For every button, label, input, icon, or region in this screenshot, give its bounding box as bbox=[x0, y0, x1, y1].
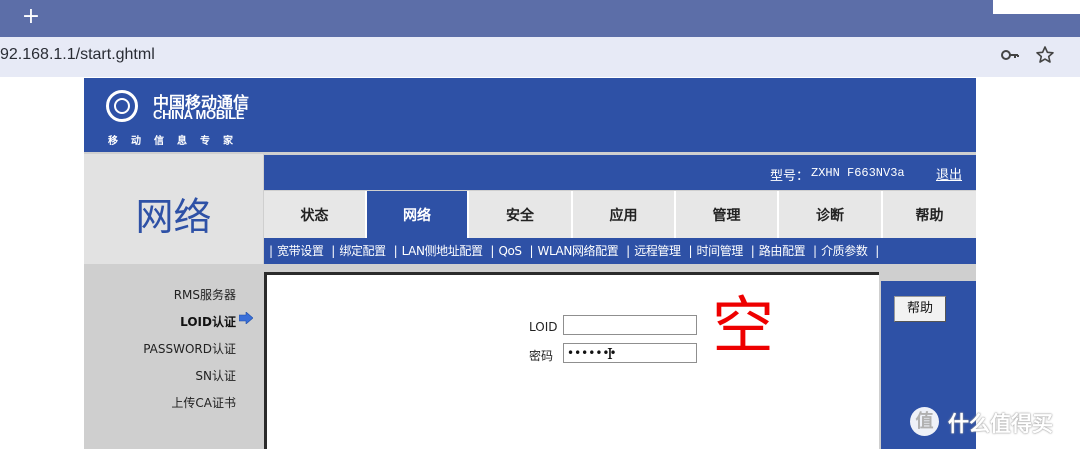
tab-help[interactable]: 帮助 bbox=[883, 191, 976, 238]
browser-tab-bar: + bbox=[0, 0, 1080, 37]
address-bar: 92.168.1.1/start.ghtml bbox=[0, 37, 1080, 77]
sidebar-item-rms[interactable]: RMS服务器 bbox=[174, 286, 236, 303]
router-admin-page: 中国移动通信 CHINA MOBILE 移动信息专家 网络 型号： ZXHN F… bbox=[84, 78, 976, 449]
section-header: 网络 bbox=[84, 154, 263, 264]
loid-input[interactable] bbox=[563, 315, 697, 335]
logout-link[interactable]: 退出 bbox=[936, 164, 962, 183]
password-label: 密码 bbox=[529, 349, 554, 363]
brand-name-en: CHINA MOBILE bbox=[153, 107, 245, 122]
sidebar-item-sn[interactable]: SN认证 bbox=[195, 367, 236, 384]
china-mobile-logo-icon bbox=[106, 90, 138, 122]
main-nav: 状态 网络 安全 应用 管理 诊断 帮助 bbox=[264, 191, 976, 238]
tab-diagnostics[interactable]: 诊断 bbox=[779, 191, 883, 238]
header-banner: 中国移动通信 CHINA MOBILE 移动信息专家 bbox=[84, 78, 976, 152]
sidebar: RMS服务器 LOID认证 PASSWORD认证 SN认证 上传CA证书 bbox=[84, 266, 263, 449]
tab-application[interactable]: 应用 bbox=[573, 191, 676, 238]
subnav-broadband[interactable]: 宽带设置 bbox=[277, 244, 324, 258]
model-bar: 型号： ZXHN F663NV3a 退出 bbox=[264, 155, 976, 190]
subnav-wlan[interactable]: WLAN网络配置 bbox=[538, 244, 619, 258]
brand-slogan: 移动信息专家 bbox=[108, 136, 246, 147]
help-button[interactable]: 帮助 bbox=[894, 296, 946, 322]
tab-management[interactable]: 管理 bbox=[676, 191, 779, 238]
tab-security[interactable]: 安全 bbox=[469, 191, 573, 238]
subnav-media[interactable]: 介质参数 bbox=[821, 244, 868, 258]
sidebar-item-upload-ca[interactable]: 上传CA证书 bbox=[171, 394, 236, 411]
sub-nav: | 宽带设置 | 绑定配置 | LAN侧地址配置 | QoS | WLAN网络配置 | 远程… bbox=[264, 238, 976, 264]
subnav-binding[interactable]: 绑定配置 bbox=[339, 244, 386, 258]
loid-label: LOID bbox=[529, 320, 558, 334]
section-title: 网络 bbox=[135, 195, 212, 239]
tab-strip-end bbox=[993, 0, 1080, 14]
watermark-text: 什么值得买 bbox=[948, 412, 1053, 436]
subnav-remote-management[interactable]: 远程管理 bbox=[634, 244, 681, 258]
subnav-lan-address[interactable]: LAN侧地址配置 bbox=[402, 244, 483, 258]
star-icon[interactable] bbox=[1034, 45, 1056, 67]
subnav-time[interactable]: 时间管理 bbox=[697, 244, 744, 258]
content-panel: LOID 密码 ••••••• I 空 bbox=[264, 272, 879, 449]
key-icon[interactable] bbox=[999, 45, 1021, 67]
new-tab-button[interactable]: + bbox=[20, 3, 42, 31]
annotation-empty: 空 bbox=[712, 289, 775, 362]
tab-network[interactable]: 网络 bbox=[367, 191, 469, 238]
sidebar-item-password[interactable]: PASSWORD认证 bbox=[143, 340, 236, 357]
subnav-routing[interactable]: 路由配置 bbox=[759, 244, 806, 258]
arrow-right-icon bbox=[239, 312, 253, 324]
tab-status[interactable]: 状态 bbox=[264, 191, 367, 238]
model-label: 型号： bbox=[770, 169, 810, 184]
text-cursor-icon: I bbox=[607, 345, 613, 363]
watermark-glyph: 值 bbox=[915, 411, 934, 432]
subnav-qos[interactable]: QoS bbox=[498, 244, 522, 258]
url-text[interactable]: 92.168.1.1/start.ghtml bbox=[0, 46, 155, 64]
sidebar-item-loid[interactable]: LOID认证 bbox=[180, 313, 236, 330]
password-input[interactable]: ••••••• bbox=[563, 343, 697, 363]
model-value: ZXHN F663NV3a bbox=[811, 166, 905, 180]
